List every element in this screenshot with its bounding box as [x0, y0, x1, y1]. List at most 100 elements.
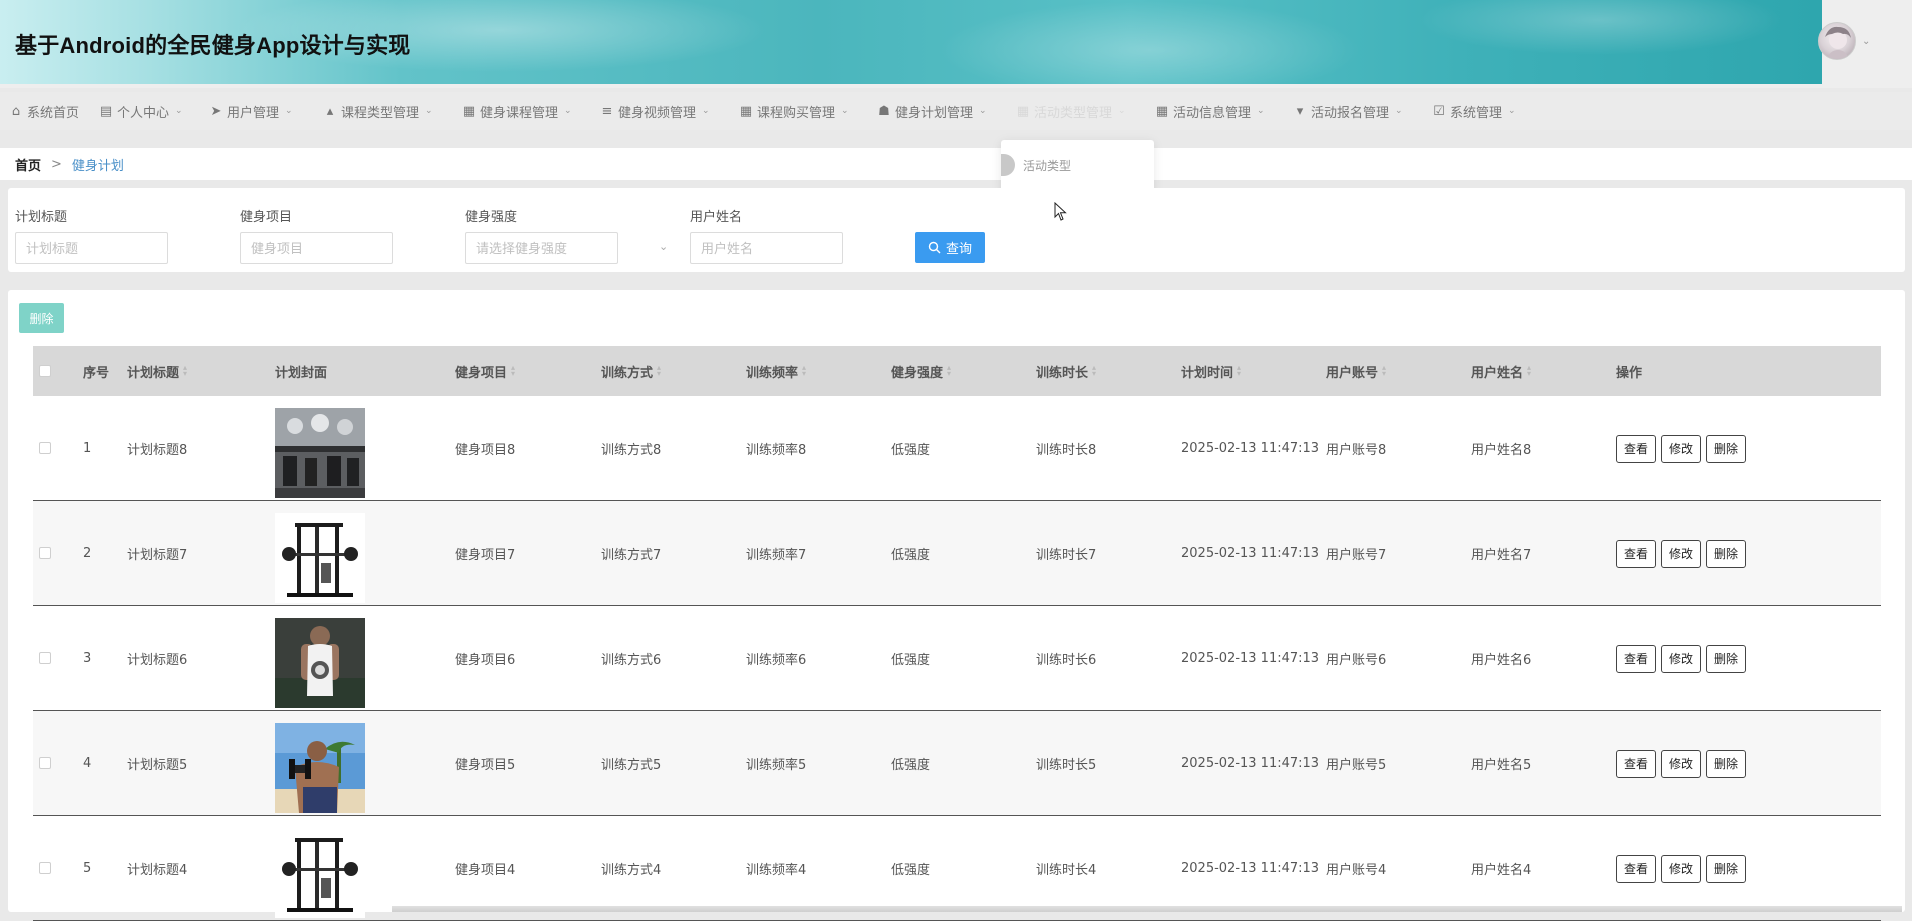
dropdown-item-label: 活动类型	[1023, 158, 1072, 173]
search-button[interactable]: 查询	[915, 232, 985, 263]
delete-button[interactable]: 删除	[1706, 749, 1747, 778]
row-checkbox[interactable]	[39, 442, 51, 454]
edit-button[interactable]: 修改	[1661, 854, 1702, 883]
column-header-label: 操作	[1616, 365, 1643, 381]
edit-button[interactable]: 修改	[1661, 749, 1702, 778]
column-header-label: 计划时间	[1181, 365, 1234, 381]
cell-training-frequency: 训练频率7	[746, 548, 807, 563]
cell-plan-time: 2025-02-13 11:47:13	[1181, 441, 1320, 456]
column-header-fitness-intensity[interactable]: 健身强度 ▴ ▾	[891, 346, 951, 396]
nav-item-fitness-course-management[interactable]: ▦ 健身课程管理 ⌄	[462, 92, 572, 130]
sort-icon[interactable]: ▴ ▾	[1092, 364, 1096, 378]
column-header-training-frequency[interactable]: 训练频率 ▴ ▾	[746, 346, 806, 396]
column-header-user-account[interactable]: 用户账号 ▴ ▾	[1326, 346, 1386, 396]
user-name-label: 用户姓名	[690, 210, 743, 225]
view-button[interactable]: 查看	[1616, 644, 1657, 673]
fitness-intensity-select[interactable]	[465, 232, 618, 264]
nav-item-activity-type-management[interactable]: ▦ 活动类型管理 ⌄	[1016, 92, 1126, 130]
cell-user-account: 用户账号8	[1326, 443, 1387, 458]
fitness-project-input[interactable]	[240, 232, 393, 264]
view-button[interactable]: 查看	[1616, 539, 1657, 568]
user-icon: ☗	[878, 103, 890, 119]
column-header-training-duration[interactable]: 训练时长 ▴ ▾	[1036, 346, 1096, 396]
edit-button[interactable]: 修改	[1661, 644, 1702, 673]
row-checkbox[interactable]	[39, 652, 51, 664]
delete-button[interactable]: 删除	[1706, 854, 1747, 883]
cell-plan-title: 计划标题7	[127, 548, 188, 563]
list-icon: ≡	[601, 103, 613, 119]
nav-item-label: 个人中心	[117, 105, 170, 121]
sort-icon[interactable]: ▴ ▾	[183, 364, 187, 378]
breadcrumb-current: 健身计划	[71, 158, 124, 174]
cell-user-name: 用户姓名6	[1471, 653, 1532, 668]
cell-plan-time: 2025-02-13 11:47:13	[1181, 651, 1320, 666]
nav-item-activity-signup-management[interactable]: ▾ 活动报名管理 ⌄	[1293, 92, 1403, 130]
column-header-user-name[interactable]: 用户姓名 ▴ ▾	[1471, 346, 1531, 396]
chevron-down-icon: ⌄	[175, 106, 183, 116]
chevron-down-icon: ⌄	[425, 106, 433, 116]
column-header-label: 训练方式	[601, 365, 654, 381]
cell-training-frequency: 训练频率5	[746, 758, 807, 773]
user-name-input[interactable]	[690, 232, 843, 264]
nav-item-user-management[interactable]: ➤ 用户管理 ⌄	[209, 92, 293, 130]
cell-index: 4	[83, 756, 92, 771]
nav-item-home[interactable]: ⌂ 系统首页	[9, 92, 79, 130]
sort-icon[interactable]: ▴ ▾	[657, 364, 661, 378]
batch-delete-button[interactable]: 删除	[19, 303, 64, 333]
column-header-label: 序号	[83, 365, 110, 381]
delete-button[interactable]: 删除	[1706, 644, 1747, 673]
edit-button[interactable]: 修改	[1661, 434, 1702, 463]
row-checkbox[interactable]	[39, 547, 51, 559]
delete-button[interactable]: 删除	[1706, 434, 1747, 463]
column-header-training-method[interactable]: 训练方式 ▴ ▾	[601, 346, 661, 396]
nav-item-activity-info-management[interactable]: ▦ 活动信息管理 ⌄	[1155, 92, 1265, 130]
cell-training-duration: 训练时长8	[1036, 443, 1097, 458]
nav-item-personal-center[interactable]: ▤ 个人中心 ⌄	[99, 92, 183, 130]
cell-fitness-project: 健身项目8	[455, 443, 516, 458]
column-header-plan-time[interactable]: 计划时间 ▴ ▾	[1181, 346, 1241, 396]
sort-icon[interactable]: ▴ ▾	[1237, 364, 1241, 378]
edit-button[interactable]: 修改	[1661, 539, 1702, 568]
nav-item-label: 健身计划管理	[895, 105, 974, 121]
delete-button[interactable]: 删除	[1706, 539, 1747, 568]
cell-actions: 查看 修改 删除	[1616, 396, 1751, 501]
sort-icon[interactable]: ▴ ▾	[1527, 364, 1531, 378]
row-checkbox[interactable]	[39, 757, 51, 769]
column-header-label: 计划封面	[275, 365, 328, 381]
chevron-down-icon[interactable]: ⌄	[1862, 36, 1870, 47]
sort-icon[interactable]: ▴ ▾	[511, 364, 515, 378]
view-button[interactable]: 查看	[1616, 749, 1657, 778]
nav-item-fitness-video-management[interactable]: ≡ 健身视频管理 ⌄	[600, 92, 710, 130]
thumbs-up-icon: ▴	[326, 103, 334, 119]
nav-item-course-type-management[interactable]: ▴ 课程类型管理 ⌄	[323, 92, 433, 130]
nav-item-label: 健身课程管理	[480, 105, 559, 121]
breadcrumb-home[interactable]: 首页	[15, 155, 41, 174]
nav-item-system-management[interactable]: ☑ 系统管理 ⌄	[1432, 92, 1515, 130]
nav-item-fitness-plan-management[interactable]: ☗ 健身计划管理 ⌄	[877, 92, 986, 130]
cell-training-duration: 训练时长7	[1036, 548, 1097, 563]
breadcrumb-separator: >	[51, 156, 62, 172]
search-button-label: 查询	[945, 241, 972, 256]
column-header-label: 训练频率	[746, 365, 799, 381]
select-all-checkbox[interactable]	[39, 365, 51, 377]
plan-title-input[interactable]	[15, 232, 168, 264]
cell-actions: 查看 修改 删除	[1616, 711, 1751, 816]
sort-icon[interactable]: ▴ ▾	[802, 364, 806, 378]
cell-user-name: 用户姓名7	[1471, 548, 1532, 563]
sort-icon[interactable]: ▴ ▾	[947, 364, 951, 378]
view-button[interactable]: 查看	[1616, 854, 1657, 883]
row-checkbox[interactable]	[39, 862, 51, 874]
mouse-cursor-icon	[1054, 202, 1067, 221]
nav-item-course-purchase-management[interactable]: ▦ 课程购买管理 ⌄	[739, 92, 849, 130]
dropdown-item-activity-type[interactable]: 活动类型	[1001, 150, 1154, 180]
column-header-fitness-project[interactable]: 健身项目 ▴ ▾	[455, 346, 515, 396]
sort-icon[interactable]: ▴ ▾	[1382, 364, 1386, 378]
avatar[interactable]	[1818, 22, 1856, 60]
paper-plane-icon: ➤	[210, 103, 222, 119]
cell-plan-title: 计划标题5	[127, 758, 188, 773]
column-header-plan-title[interactable]: 计划标题 ▴ ▾	[127, 346, 187, 396]
view-button[interactable]: 查看	[1616, 434, 1657, 463]
chevron-down-icon: ⌄	[285, 106, 293, 116]
chevron-down-icon[interactable]: ⌄	[659, 240, 668, 253]
table-row: 2 计划标题7 健身项目7 训练方式7 训练频率7 低强度 训练时长7 2025-02-13 …	[33, 501, 1881, 606]
